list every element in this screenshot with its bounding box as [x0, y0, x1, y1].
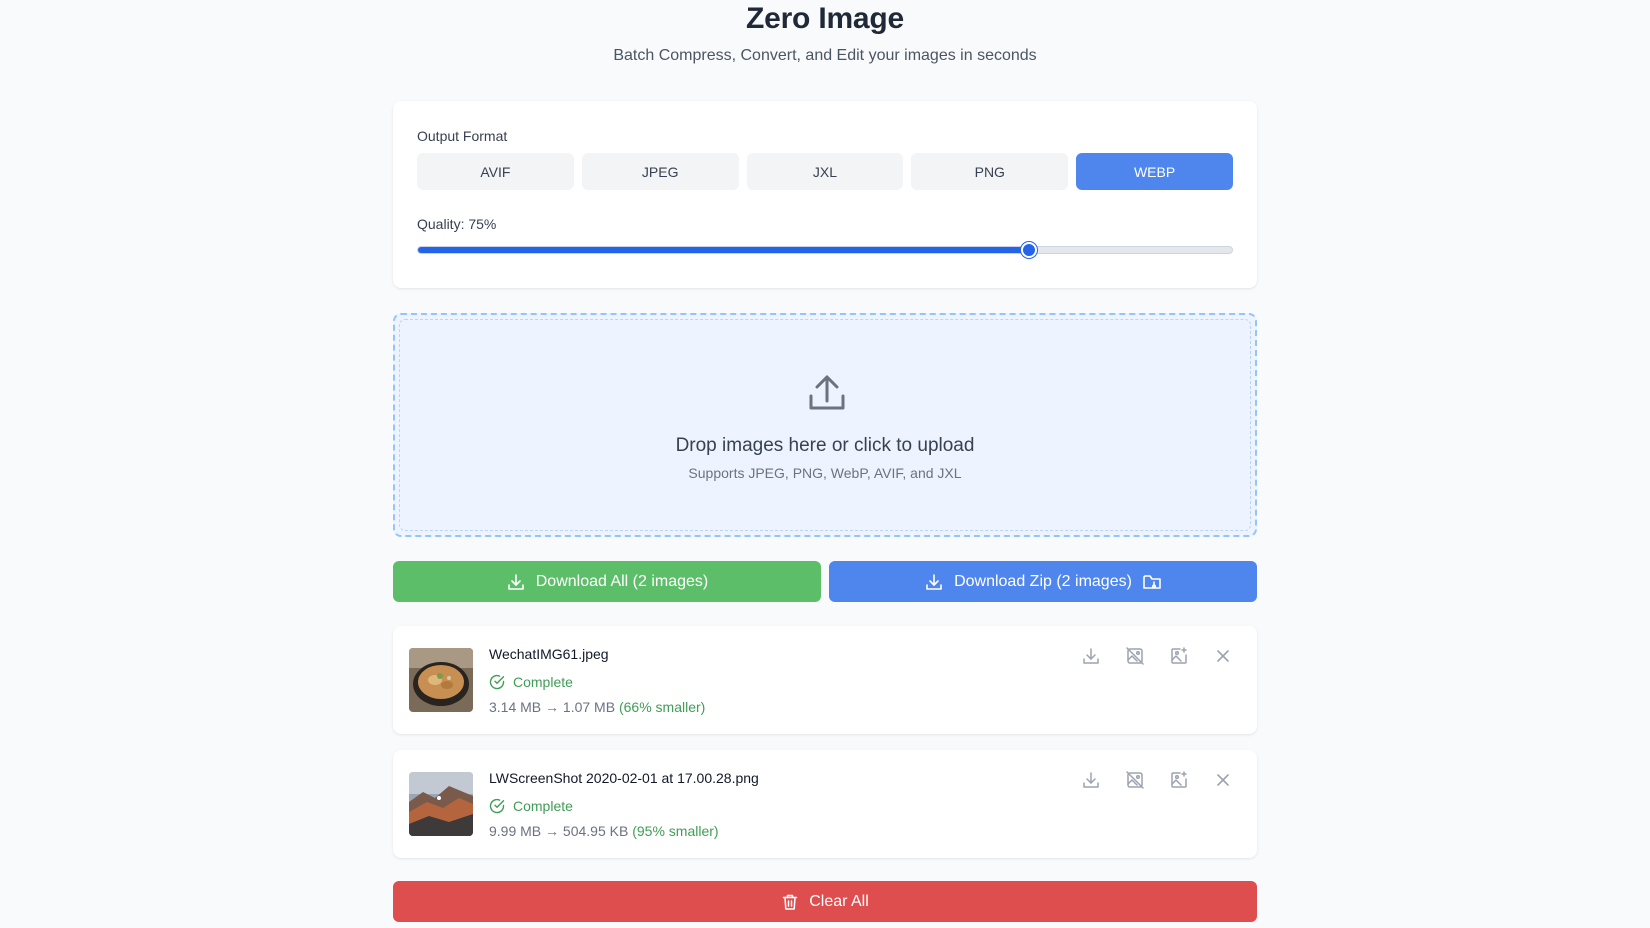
upload-dropzone[interactable]: Drop images here or click to upload Supp… — [393, 313, 1257, 537]
download-icon[interactable] — [1081, 770, 1101, 790]
file-item: LWScreenShot 2020-02-01 at 17.00.28.png … — [393, 750, 1257, 858]
download-all-label: Download All (2 images) — [535, 572, 709, 590]
file-thumbnail — [409, 648, 473, 712]
new-size: 1.07 MB — [562, 699, 616, 715]
file-size-info: 3.14 MB → 1.07 MB (66% smaller) — [489, 699, 705, 715]
size-savings: (66% smaller) — [618, 699, 706, 715]
download-all-button[interactable]: Download All (2 images) — [393, 561, 821, 602]
image-off-icon[interactable] — [1125, 770, 1145, 790]
size-savings: (95% smaller) — [632, 823, 719, 839]
slider-fill — [418, 247, 1029, 253]
upload-icon — [809, 375, 845, 410]
format-button-jxl[interactable]: JXL — [746, 153, 904, 190]
quality-slider[interactable] — [417, 242, 1233, 258]
image-off-icon[interactable] — [1125, 646, 1145, 666]
file-status: Complete — [489, 674, 573, 690]
format-button-avif[interactable]: AVIF — [417, 153, 574, 190]
app-subtitle: Batch Compress, Convert, and Edit your i… — [613, 47, 1037, 64]
image-edit-icon[interactable] — [1169, 646, 1189, 666]
download-zip-button[interactable]: Download Zip (2 images) — [829, 561, 1257, 602]
food-thumbnail-image — [409, 648, 473, 712]
format-button-png[interactable]: PNG — [911, 153, 1069, 190]
download-icon[interactable] — [1081, 646, 1101, 666]
file-actions — [1081, 770, 1233, 790]
check-circle-icon — [489, 674, 505, 690]
clear-all-label: Clear All — [809, 892, 869, 910]
format-button-webp[interactable]: WEBP — [1076, 153, 1233, 190]
format-selector: AVIF JPEG JXL PNG WEBP — [417, 153, 1233, 190]
app-title: Zero Image — [745, 2, 905, 35]
quality-label: Quality: 75% — [417, 216, 497, 232]
dropzone-subtitle: Supports JPEG, PNG, WebP, AVIF, and JXL — [688, 465, 962, 481]
trash-icon — [782, 894, 798, 910]
new-size: 504.95 KB — [562, 823, 629, 839]
file-actions — [1081, 646, 1233, 666]
close-icon[interactable] — [1213, 770, 1233, 790]
page: Zero Image Batch Compress, Convert, and … — [0, 0, 1650, 928]
format-button-jpeg[interactable]: JPEG — [581, 153, 739, 190]
image-edit-icon[interactable] — [1169, 770, 1189, 790]
original-size: 9.99 MB — [489, 823, 542, 839]
file-status-label: Complete — [513, 798, 573, 814]
close-icon[interactable] — [1213, 646, 1233, 666]
settings-panel: Output Format AVIF JPEG JXL PNG WEBP Qua… — [393, 101, 1257, 288]
size-arrow: → — [545, 699, 560, 715]
file-status: Complete — [489, 798, 573, 814]
clear-all-button[interactable]: Clear All — [393, 881, 1257, 922]
file-name: LWScreenShot 2020-02-01 at 17.00.28.png — [489, 770, 759, 786]
file-name: WechatIMG61.jpeg — [489, 646, 609, 662]
slider-thumb[interactable] — [1021, 242, 1037, 258]
original-size: 3.14 MB — [489, 699, 542, 715]
download-icon — [507, 573, 524, 590]
size-arrow: → — [545, 823, 560, 839]
slider-track[interactable] — [417, 246, 1233, 254]
dropzone-title: Drop images here or click to upload — [675, 435, 975, 456]
file-status-label: Complete — [513, 674, 573, 690]
download-icon — [926, 573, 942, 590]
file-size-info: 9.99 MB → 504.95 KB (95% smaller) — [489, 823, 719, 839]
file-item: WechatIMG61.jpeg Complete 3.14 MB → 1.07… — [393, 626, 1257, 734]
download-zip-label: Download Zip (2 images) — [954, 572, 1132, 590]
check-circle-icon — [489, 798, 505, 814]
mountain-thumbnail-image — [409, 772, 473, 836]
folder-archive-icon — [1143, 574, 1161, 589]
file-thumbnail — [409, 772, 473, 836]
output-format-label: Output Format — [417, 128, 508, 144]
